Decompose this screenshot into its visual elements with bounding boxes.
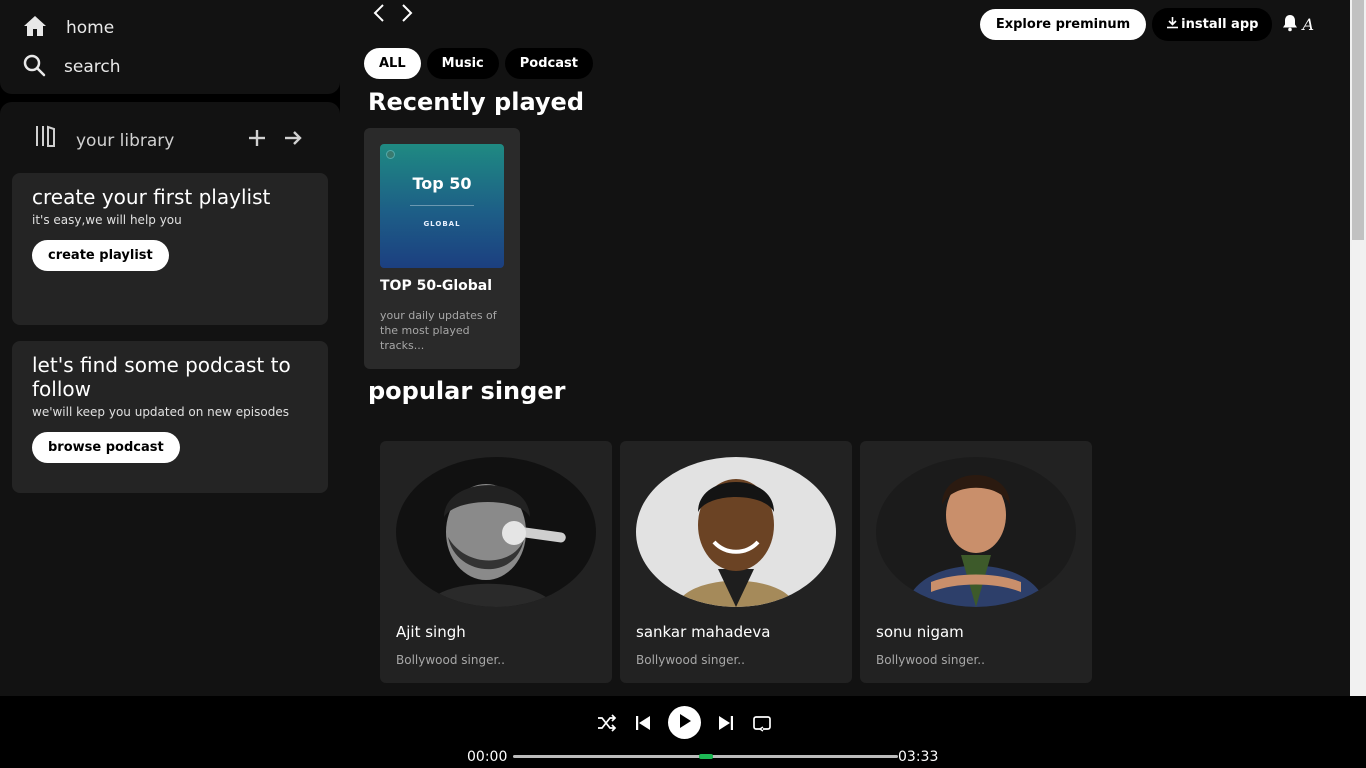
explore-premium-button[interactable]: Explore preminum bbox=[979, 9, 1147, 40]
create-playlist-button[interactable]: create playlist bbox=[32, 240, 169, 271]
notifications[interactable]: A bbox=[1282, 14, 1314, 36]
main-content: Explore preminum install app A ALL Music… bbox=[340, 0, 1350, 696]
singer-photo bbox=[396, 457, 596, 607]
sidebar-nav: home search bbox=[0, 0, 340, 94]
browse-podcast-title: let's find some podcast to follow bbox=[32, 353, 291, 401]
recently-played-title: Recently played bbox=[368, 88, 585, 116]
plus-icon[interactable] bbox=[246, 126, 268, 150]
search-icon bbox=[22, 53, 46, 81]
download-icon bbox=[1166, 16, 1179, 33]
singer-description: Bollywood singer.. bbox=[396, 653, 505, 667]
repeat-icon[interactable] bbox=[751, 712, 773, 734]
nav-search-label: search bbox=[64, 57, 121, 77]
cover-logo-icon bbox=[386, 150, 395, 159]
library-icon bbox=[34, 124, 58, 152]
nav-home-label: home bbox=[66, 18, 115, 38]
create-playlist-title: create your first playlist bbox=[32, 185, 271, 209]
home-icon bbox=[22, 14, 48, 42]
singer-description: Bollywood singer.. bbox=[876, 653, 985, 667]
chip-music[interactable]: Music bbox=[426, 48, 499, 79]
recent-playlist-description: your daily updates of the most played tr… bbox=[380, 309, 497, 352]
library-label: your library bbox=[76, 131, 175, 151]
singer-name: Ajit singh bbox=[396, 623, 466, 641]
progress-indicator[interactable] bbox=[698, 754, 713, 759]
singer-card[interactable]: sankar mahadeva Bollywood singer.. bbox=[620, 441, 852, 683]
chevron-left-icon[interactable] bbox=[368, 2, 390, 24]
singer-card[interactable]: Ajit singh Bollywood singer.. bbox=[380, 441, 612, 683]
singer-name: sonu nigam bbox=[876, 623, 964, 641]
library-actions bbox=[246, 126, 304, 150]
singer-description: Bollywood singer.. bbox=[636, 653, 745, 667]
play-icon bbox=[678, 713, 692, 733]
play-button[interactable] bbox=[668, 706, 701, 739]
scrollbar-thumb[interactable] bbox=[1352, 0, 1364, 240]
library-panel: your library create your first playlist … bbox=[0, 102, 340, 696]
library-header[interactable]: your library bbox=[34, 124, 174, 152]
cover-subtitle: GLOBAL bbox=[423, 220, 461, 228]
shuffle-icon[interactable] bbox=[596, 712, 618, 734]
current-time: 00:00 bbox=[467, 749, 508, 765]
playlist-cover: Top 50 GLOBAL bbox=[380, 144, 504, 268]
history-nav bbox=[368, 2, 418, 24]
recent-playlist-name: TOP 50-Global bbox=[380, 278, 493, 294]
recent-playlist-card[interactable]: Top 50 GLOBAL TOP 50-Global your daily u… bbox=[364, 128, 520, 369]
chip-all[interactable]: ALL bbox=[364, 48, 421, 79]
singer-photo bbox=[876, 457, 1076, 607]
skip-previous-icon[interactable] bbox=[632, 712, 654, 734]
install-app-label: install app bbox=[1181, 17, 1259, 32]
header-actions: Explore preminum install app A bbox=[979, 8, 1314, 41]
browse-podcast-button[interactable]: browse podcast bbox=[32, 432, 180, 463]
chevron-right-icon[interactable] bbox=[396, 2, 418, 24]
cover-title: Top 50 bbox=[412, 174, 472, 193]
singer-card[interactable]: sonu nigam Bollywood singer.. bbox=[860, 441, 1092, 683]
avatar[interactable]: A bbox=[1302, 15, 1314, 34]
install-app-button[interactable]: install app bbox=[1152, 8, 1273, 41]
singer-name: sankar mahadeva bbox=[636, 623, 771, 641]
create-playlist-subtitle: it's easy,we will help you bbox=[32, 213, 182, 227]
skip-next-icon[interactable] bbox=[715, 712, 737, 734]
total-time: 03:33 bbox=[898, 749, 939, 765]
browse-podcast-card: let's find some podcast to follow we'wil… bbox=[12, 341, 328, 493]
popular-singer-title: popular singer bbox=[368, 377, 566, 405]
progress-bar[interactable] bbox=[513, 754, 898, 759]
browse-podcast-subtitle: we'will keep you updated on new episodes bbox=[32, 405, 289, 419]
nav-search[interactable]: search bbox=[22, 52, 120, 82]
create-playlist-card: create your first playlist it's easy,we … bbox=[12, 173, 328, 325]
bell-icon[interactable] bbox=[1282, 14, 1298, 36]
filter-chips: ALL Music Podcast bbox=[364, 48, 593, 79]
player-controls bbox=[596, 706, 773, 739]
page-scrollbar[interactable] bbox=[1350, 0, 1366, 696]
chip-podcast[interactable]: Podcast bbox=[504, 48, 593, 79]
arrow-right-icon[interactable] bbox=[282, 126, 304, 150]
player-bar: 00:00 03:33 bbox=[0, 696, 1366, 768]
cover-divider bbox=[410, 205, 474, 206]
nav-home[interactable]: home bbox=[22, 13, 114, 43]
singer-photo bbox=[636, 457, 836, 607]
